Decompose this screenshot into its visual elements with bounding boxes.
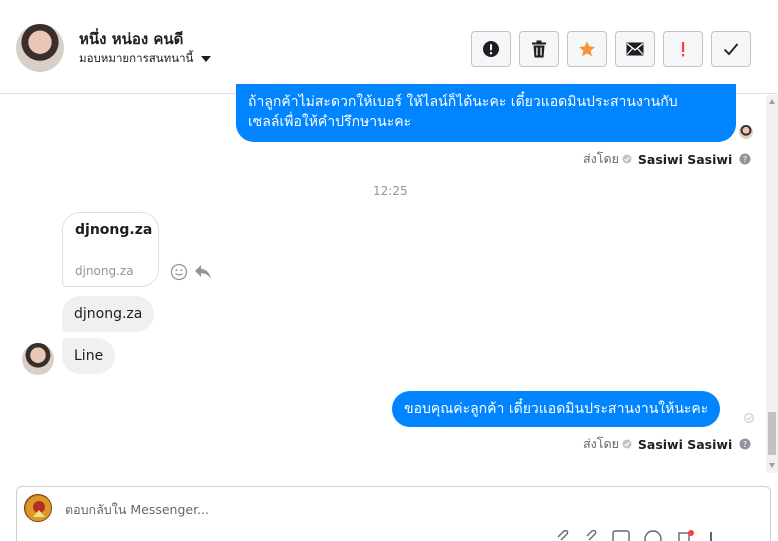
star-icon xyxy=(579,41,595,57)
emoji-reaction-icon[interactable] xyxy=(170,263,188,281)
mark-spam-button[interactable] xyxy=(471,31,511,67)
agent-name[interactable]: Sasiwi Sasiwi xyxy=(638,437,732,452)
image-icon[interactable] xyxy=(612,530,630,541)
link-title: djnong.za xyxy=(75,222,153,238)
scroll-down-arrow-icon[interactable] xyxy=(769,463,775,468)
alert-circle-icon xyxy=(483,41,499,57)
more-icon[interactable] xyxy=(708,530,714,541)
reply-input[interactable] xyxy=(65,500,665,518)
help-icon[interactable]: ? xyxy=(739,438,751,450)
composer-toolbar xyxy=(556,530,714,541)
seen-avatar xyxy=(739,125,753,139)
check-circle-icon xyxy=(622,154,632,164)
sent-check-icon xyxy=(744,413,754,423)
agent-name[interactable]: Sasiwi Sasiwi xyxy=(638,152,732,167)
check-circle-icon xyxy=(622,439,632,449)
caret-down-icon xyxy=(201,56,212,62)
mark-done-button[interactable] xyxy=(711,31,751,67)
delete-button[interactable] xyxy=(519,31,559,67)
page-avatar-icon xyxy=(24,494,52,522)
star-button[interactable] xyxy=(567,31,607,67)
envelope-icon xyxy=(626,42,644,56)
exclamation-icon xyxy=(682,42,685,57)
message-text: djnong.za xyxy=(74,306,143,322)
assign-conversation-dropdown[interactable]: มอบหมายการสนทนานี้ xyxy=(79,50,212,68)
message-line: เซลล์เพื่อให้คำปรึกษานะคะ xyxy=(248,114,412,130)
paperclip-icon[interactable] xyxy=(586,530,598,541)
mark-unread-button[interactable] xyxy=(615,31,655,67)
check-icon xyxy=(723,43,739,56)
scroll-up-arrow-icon[interactable] xyxy=(769,99,775,104)
contact-mini-avatar[interactable] xyxy=(22,343,54,375)
trash-icon xyxy=(532,40,546,58)
scrollbar-thumb[interactable] xyxy=(768,412,776,455)
attachment-icon[interactable] xyxy=(556,530,572,541)
emoji-icon[interactable] xyxy=(644,530,662,541)
incoming-message-bubble[interactable]: djnong.za xyxy=(62,296,155,332)
incoming-message-bubble[interactable]: Line xyxy=(62,338,116,374)
svg-text:?: ? xyxy=(743,440,747,449)
conversation-header: หนึ่ง หน่อง คนดี มอบหมายการสนทนานี้ xyxy=(0,0,778,94)
sent-by-line: ส่งโดย Sasiwi Sasiwi ? xyxy=(583,149,751,169)
sent-by-line: ส่งโดย Sasiwi Sasiwi ? xyxy=(583,434,751,454)
assign-label: มอบหมายการสนทนานี้ xyxy=(79,51,194,65)
link-domain: djnong.za xyxy=(75,264,134,278)
contact-avatar[interactable] xyxy=(16,24,64,72)
link-preview-card[interactable]: djnong.za djnong.za xyxy=(62,212,159,287)
message-timestamp: 12:25 xyxy=(373,184,408,198)
message-text: Line xyxy=(74,348,104,364)
svg-text:?: ? xyxy=(743,155,747,164)
outgoing-message-bubble[interactable]: ถ้าลูกค้าไม่สะดวกให้เบอร์ ให้ไลน์ก็ได้นะ… xyxy=(236,84,736,142)
message-text: ขอบคุณค่ะลูกค้า เดี๋ยวแอดมินประสานงานให้… xyxy=(404,401,709,417)
saved-replies-icon[interactable] xyxy=(676,530,694,541)
follow-up-button[interactable] xyxy=(663,31,703,67)
message-line: ถ้าลูกค้าไม่สะดวกให้เบอร์ ให้ไลน์ก็ได้นะ… xyxy=(248,94,678,110)
reply-icon[interactable] xyxy=(194,264,212,280)
sent-by-label: ส่งโดย xyxy=(583,436,619,451)
outgoing-message-bubble[interactable]: ขอบคุณค่ะลูกค้า เดี๋ยวแอดมินประสานงานให้… xyxy=(392,391,721,427)
help-icon[interactable]: ? xyxy=(739,153,751,165)
sent-by-label: ส่งโดย xyxy=(583,151,619,166)
contact-name[interactable]: หนึ่ง หน่อง คนดี xyxy=(79,27,183,51)
